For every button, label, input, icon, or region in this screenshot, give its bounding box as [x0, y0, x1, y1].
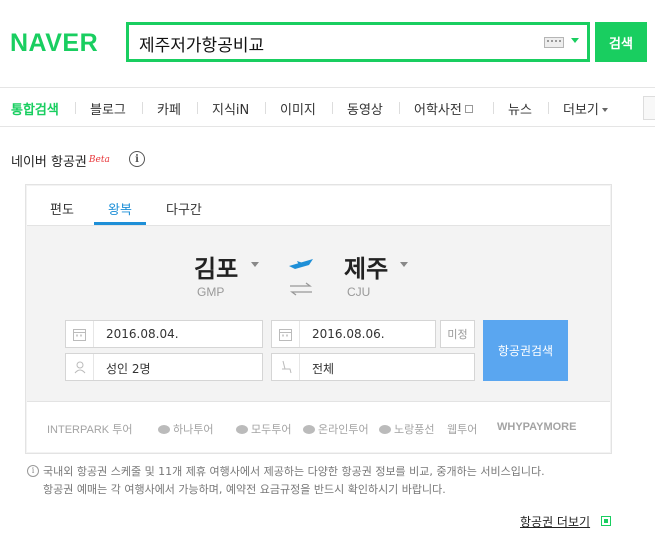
partner-norangballoon[interactable]: 노랑풍선: [379, 421, 434, 437]
flight-search-widget: 편도 왕복 다구간 김포 GMP 제주 CJU 2016.08.04. 2016…: [25, 184, 612, 454]
search-box[interactable]: [126, 22, 590, 62]
modetour-logo-icon: [236, 425, 248, 434]
partner-onlinetour[interactable]: 온라인투어: [303, 421, 369, 437]
more-flights-link[interactable]: 항공권 더보기: [520, 513, 590, 530]
return-date-value: 2016.08.06.: [312, 327, 385, 341]
partner-modetour[interactable]: 모두투어: [236, 421, 291, 437]
divider: [75, 102, 76, 114]
tab-blog[interactable]: 블로그: [90, 99, 126, 118]
partner-modetour-label: 모두투어: [251, 424, 292, 436]
new-window-icon: [464, 105, 473, 113]
tab-integrated-search[interactable]: 통합검색: [11, 99, 59, 118]
tab-kin[interactable]: 지식iN: [212, 99, 249, 118]
partner-onlinetour-label: 온라인투어: [318, 424, 369, 436]
tab-round-trip[interactable]: 왕복: [108, 199, 132, 218]
tab-more-label: 더보기: [563, 103, 599, 118]
calendar-icon: [272, 321, 300, 347]
tab-dictionary[interactable]: 어학사전: [414, 99, 473, 118]
keyboard-icon[interactable]: [544, 37, 564, 48]
divider: [399, 102, 400, 114]
return-date-field[interactable]: 2016.08.06.: [271, 320, 436, 348]
partner-hanatour[interactable]: 하나투어: [158, 421, 213, 437]
origin-code: GMP: [197, 285, 225, 299]
passengers-field[interactable]: 성인 2명: [65, 353, 263, 381]
tab-more[interactable]: 더보기: [563, 99, 608, 118]
destination-city[interactable]: 제주: [344, 249, 388, 284]
section-title-text: 네이버 항공권: [11, 155, 87, 170]
partner-interpark-label: INTERPARK 투어: [47, 424, 133, 436]
partner-hanatour-label: 하나투어: [173, 424, 214, 436]
tab-one-way[interactable]: 편도: [50, 199, 74, 218]
search-input[interactable]: [139, 31, 529, 55]
tab-cafe[interactable]: 카페: [157, 99, 181, 118]
airplane-icon: [289, 259, 313, 269]
chevron-down-icon[interactable]: [571, 38, 579, 43]
seat-class-field[interactable]: 전체: [271, 353, 475, 381]
partner-logos: INTERPARK 투어 하나투어 모두투어 온라인투어 노랑풍선 웹투어 WH…: [27, 401, 610, 452]
swap-icon[interactable]: [288, 282, 314, 296]
notice-text-line2: 항공권 예매는 각 여행사에서 가능하며, 예약전 요금규정을 반드시 확인하시…: [43, 483, 446, 496]
divider: [197, 102, 198, 114]
norangballoon-logo-icon: [379, 425, 391, 434]
nav-scroll-button[interactable]: [643, 96, 655, 120]
notice-text-line1: 국내외 항공권 스케줄 및 11개 제휴 여행사에서 제공하는 다양한 항공권 …: [43, 465, 545, 478]
passengers-value: 성인 2명: [106, 362, 151, 376]
origin-city[interactable]: 김포: [194, 249, 238, 284]
depart-date-value: 2016.08.04.: [106, 327, 179, 341]
chevron-down-icon[interactable]: [400, 262, 408, 267]
search-button[interactable]: 검색: [595, 22, 647, 62]
depart-date-field[interactable]: 2016.08.04.: [65, 320, 263, 348]
new-window-icon: [601, 516, 611, 526]
caret-down-icon: [601, 108, 608, 112]
divider: [493, 102, 494, 114]
seat-class-value: 전체: [312, 362, 335, 376]
tab-video[interactable]: 동영상: [347, 99, 383, 118]
tab-images[interactable]: 이미지: [280, 99, 316, 118]
partner-webtour-label: 웹투어: [447, 424, 478, 436]
divider: [548, 102, 549, 114]
divider: [332, 102, 333, 114]
onlinetour-logo-icon: [303, 425, 315, 434]
beta-badge: Beta: [88, 155, 110, 165]
person-icon: [66, 354, 94, 380]
chevron-down-icon[interactable]: [251, 262, 259, 267]
section-title: 네이버 항공권 Beta: [11, 151, 110, 170]
undecided-date-button[interactable]: 미정: [440, 320, 475, 348]
trip-type-tabs: 편도 왕복 다구간: [27, 186, 610, 226]
divider: [265, 102, 266, 114]
tab-news[interactable]: 뉴스: [508, 99, 532, 118]
calendar-icon: [66, 321, 94, 347]
header: NAVER 검색: [0, 0, 655, 87]
flight-search-button[interactable]: 항공권검색: [483, 320, 568, 381]
hanatour-logo-icon: [158, 425, 170, 434]
tab-multi-city[interactable]: 다구간: [166, 199, 202, 218]
active-tab-indicator: [94, 222, 146, 225]
info-icon: i: [27, 465, 39, 477]
partner-norangballoon-label: 노랑풍선: [394, 424, 435, 436]
divider: [142, 102, 143, 114]
search-tabs-nav: 통합검색 블로그 카페 지식iN 이미지 동영상 어학사전 뉴스 더보기: [0, 87, 655, 127]
partner-interpark[interactable]: INTERPARK 투어: [47, 421, 132, 437]
partner-whypaymore[interactable]: WHYPAYMORE: [497, 421, 576, 433]
tab-dictionary-label: 어학사전: [414, 103, 462, 118]
destination-code: CJU: [347, 285, 371, 299]
info-icon[interactable]: i: [129, 151, 145, 167]
partner-whypaymore-label: WHYPAYMORE: [497, 421, 577, 433]
seat-icon: [272, 354, 300, 380]
partner-webtour[interactable]: 웹투어: [447, 421, 477, 437]
naver-logo[interactable]: NAVER: [10, 29, 98, 58]
